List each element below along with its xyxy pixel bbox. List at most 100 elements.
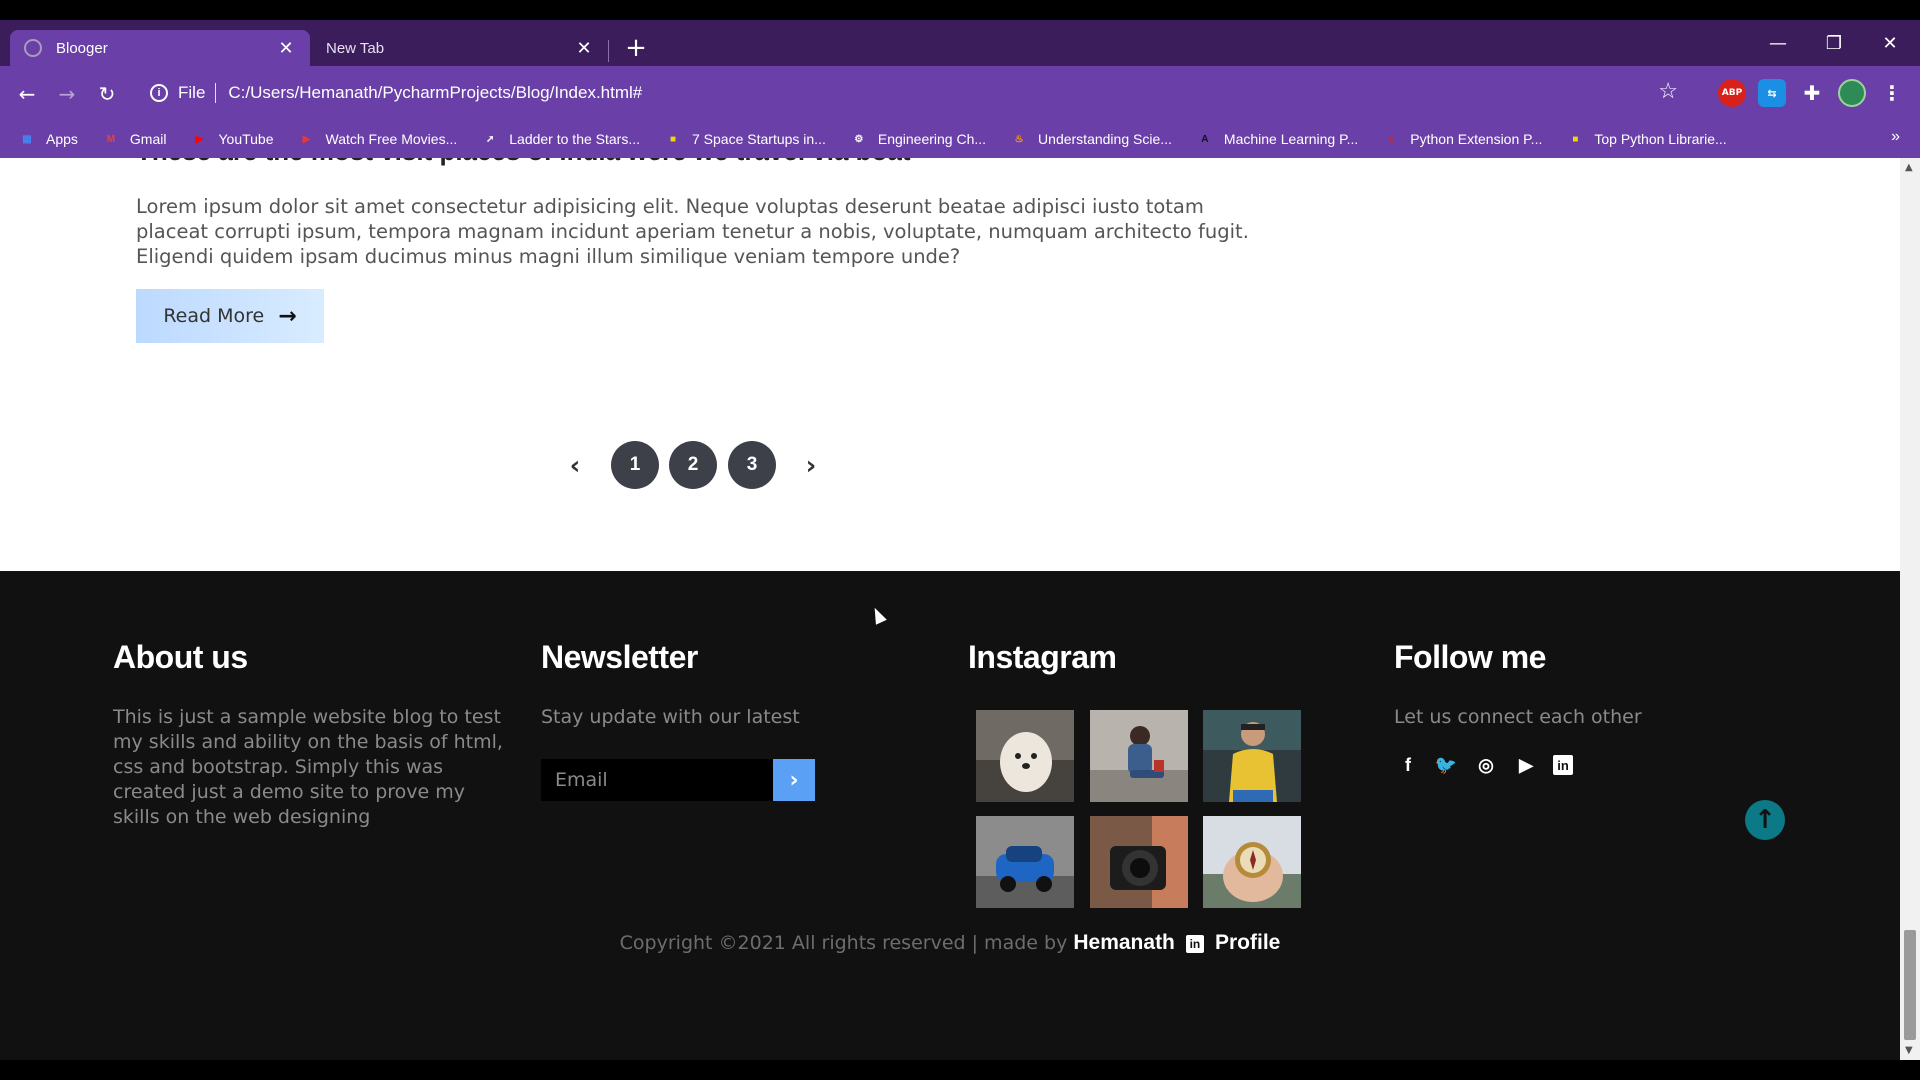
bookmark-label: Engineering Ch... <box>877 131 987 147</box>
bookmark-item[interactable]: ⚙ Engineering Ch... <box>850 130 986 148</box>
bookmarks-bar: ▦ Apps M Gmail ▶ YouTube ▶ Watch Free Movies...… <box>0 120 1920 158</box>
bookmark-label: Python Extension P... <box>1410 131 1543 147</box>
bookmark-item[interactable]: A Machine Learning P... <box>1196 130 1358 148</box>
square-logo-icon: ■ <box>669 133 677 145</box>
bookmark-item[interactable]: ■ Top Python Librarie... <box>1566 130 1726 148</box>
flame-icon: ♨ <box>1014 133 1024 145</box>
bookmark-item[interactable]: ▶ YouTube <box>190 130 274 148</box>
url-scheme: File <box>178 83 206 102</box>
newsletter-submit-button[interactable]: › <box>773 759 815 801</box>
globe-icon <box>24 39 42 57</box>
address-bar[interactable]: i File C:/Users/Hemanath/PycharmProjects… <box>140 74 1702 112</box>
pagination-prev[interactable]: ‹ <box>560 441 590 491</box>
pagination-page-2[interactable]: 2 <box>669 441 717 489</box>
url-text[interactable]: C:/Users/Hemanath/PycharmProjects/Blog/I… <box>228 83 642 103</box>
pagination-page-1[interactable]: 1 <box>611 441 659 489</box>
bookmark-item[interactable]: ➚ Ladder to the Stars... <box>481 130 640 148</box>
profile-link[interactable]: Profile <box>1215 931 1280 954</box>
bookmarks-overflow-button[interactable]: » <box>1891 128 1900 146</box>
back-to-top-button[interactable]: ↑ <box>1745 800 1785 840</box>
bookmark-item[interactable]: x Python Extension P... <box>1382 130 1543 148</box>
youtube-icon[interactable]: ▶ <box>1512 751 1540 779</box>
follow-text: Let us connect each other <box>1394 706 1642 728</box>
new-tab-button[interactable]: + <box>622 33 650 63</box>
copyright: Copyright ©2021 All rights reserved | ma… <box>0 931 1900 955</box>
scroll-up-icon[interactable]: ▲ <box>1905 162 1913 173</box>
profile-avatar[interactable] <box>1838 79 1866 107</box>
newsletter-title: Newsletter <box>541 639 698 675</box>
post-heading: These are the most visit places of india… <box>136 158 911 167</box>
bookmark-label: Machine Learning P... <box>1223 131 1359 147</box>
blue-car-photo[interactable] <box>976 816 1074 908</box>
instagram-icon[interactable]: ◎ <box>1472 751 1500 779</box>
a-logo-icon: A <box>1201 133 1209 145</box>
close-tab-icon[interactable]: ✕ <box>276 38 296 58</box>
page-viewport: These are the most visit places of india… <box>0 158 1900 1060</box>
camera-photo[interactable] <box>1090 816 1188 908</box>
play-icon: ▶ <box>302 133 311 145</box>
tab-blooger[interactable]: Blooger ✕ <box>10 30 310 66</box>
instagram-title: Instagram <box>968 639 1117 675</box>
author-name[interactable]: Hemanath <box>1073 931 1175 954</box>
bookmark-label: Apps <box>46 131 78 147</box>
email-field[interactable] <box>541 759 773 801</box>
bookmark-item[interactable]: ▦ Apps <box>18 130 78 148</box>
bookmark-label: Understanding Scie... <box>1038 131 1172 147</box>
info-icon[interactable]: i <box>150 84 168 102</box>
tab-separator <box>608 40 609 62</box>
restore-button[interactable]: ❐ <box>1814 28 1854 58</box>
read-more-button[interactable]: Read More → <box>136 289 324 343</box>
site-footer: About us This is just a sample website b… <box>0 571 1900 1060</box>
forward-button[interactable]: → <box>52 79 82 109</box>
translate-extension-icon[interactable]: ⇆ <box>1758 79 1786 107</box>
tab-new-tab[interactable]: New Tab ✕ <box>312 30 608 66</box>
back-button[interactable]: ← <box>12 79 42 109</box>
page-scrollbar[interactable]: ▲ ▼ <box>1900 158 1920 1060</box>
youtube-icon: ▶ <box>195 133 204 145</box>
dog-photo[interactable] <box>976 710 1074 802</box>
reload-button[interactable]: ↻ <box>92 79 122 109</box>
adblock-plus-icon[interactable]: ABP <box>1718 79 1746 107</box>
newsletter-text: Stay update with our latest <box>541 706 800 728</box>
kebab-menu-icon[interactable]: ⋮ <box>1878 79 1906 107</box>
square-logo-icon: ■ <box>1572 133 1579 145</box>
bookmark-label: YouTube <box>218 131 274 147</box>
bookmark-label: Ladder to the Stars... <box>509 131 640 147</box>
post-excerpt: Lorem ipsum dolor sit amet consectetur a… <box>136 195 1249 268</box>
newsletter-form: › <box>541 759 815 801</box>
bookmark-star-icon[interactable]: ☆ <box>1658 78 1678 104</box>
twitter-icon[interactable]: 🐦 <box>1432 751 1460 779</box>
bookmark-item[interactable]: ■ 7 Space Startups in... <box>664 130 826 148</box>
bookmark-item[interactable]: ▶ Watch Free Movies... <box>298 130 458 148</box>
tab-bar: Blooger ✕ New Tab ✕ + — ❐ ✕ <box>0 20 1920 66</box>
tab-title: New Tab <box>326 39 385 57</box>
arrow-right-icon: → <box>278 303 297 329</box>
girl-sitting-photo[interactable] <box>1090 710 1188 802</box>
linkedin-icon[interactable]: in <box>1553 755 1573 775</box>
gmail-icon: M <box>106 133 116 145</box>
linkedin-icon[interactable]: in <box>1185 935 1204 953</box>
extensions-puzzle-icon[interactable]: ✚ <box>1798 79 1826 107</box>
close-tab-icon[interactable]: ✕ <box>574 38 594 58</box>
facebook-icon[interactable]: f <box>1394 751 1422 779</box>
scroll-thumb[interactable] <box>1904 930 1916 1040</box>
compass-photo[interactable] <box>1203 816 1301 908</box>
about-title: About us <box>113 639 248 675</box>
follow-title: Follow me <box>1394 639 1546 675</box>
pagination-page-3[interactable]: 3 <box>728 441 776 489</box>
apps-grid-icon: ▦ <box>22 133 32 145</box>
screen-top-strip <box>0 0 1920 20</box>
man-yellow-shirt-photo[interactable] <box>1203 710 1301 802</box>
about-text: This is just a sample website blog to te… <box>113 706 503 828</box>
minimize-button[interactable]: — <box>1758 28 1798 58</box>
read-more-label: Read More <box>163 305 265 327</box>
x-logo-icon: x <box>1388 133 1395 145</box>
close-window-button[interactable]: ✕ <box>1870 28 1910 58</box>
browser-toolbar: ← → ↻ i File C:/Users/Hemanath/PycharmPr… <box>0 66 1920 120</box>
pagination-next[interactable]: › <box>796 441 826 491</box>
gear-icon: ⚙ <box>854 133 864 145</box>
bookmark-label: Top Python Librarie... <box>1594 131 1727 147</box>
scroll-down-icon[interactable]: ▼ <box>1905 1045 1913 1056</box>
bookmark-item[interactable]: M Gmail <box>102 130 167 148</box>
bookmark-item[interactable]: ♨ Understanding Scie... <box>1010 130 1172 148</box>
